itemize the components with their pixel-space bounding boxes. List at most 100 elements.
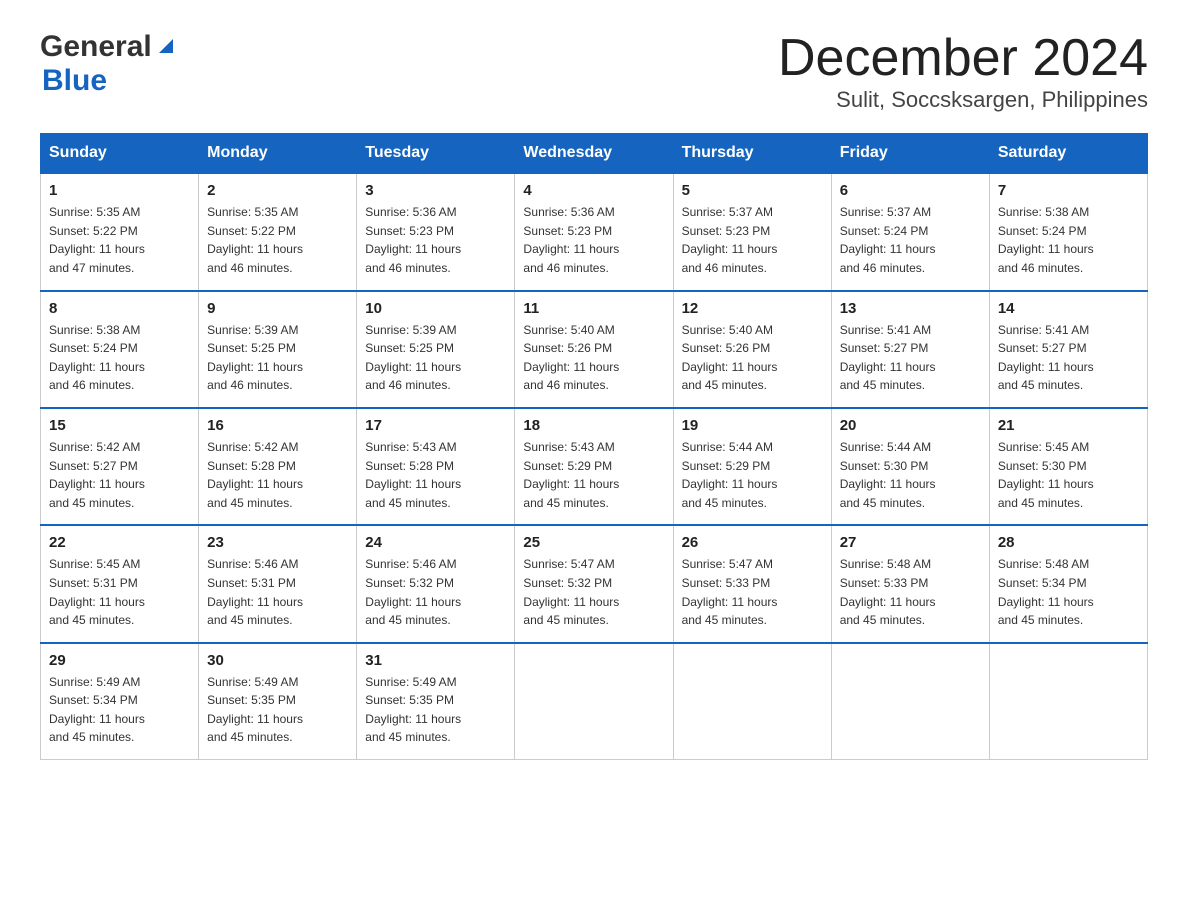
week-row-5: 29 Sunrise: 5:49 AMSunset: 5:34 PMDayligh… (41, 643, 1148, 760)
day-number: 4 (523, 182, 664, 199)
calendar-cell: 1Sunrise: 5:35 AMSunset: 5:22 PMDaylight… (41, 173, 199, 290)
calendar-cell: 2 Sunrise: 5:35 AMSunset: 5:22 PMDaylight… (199, 173, 357, 290)
day-number: 9 (207, 300, 348, 317)
day-info: Sunrise: 5:47 AMSunset: 5:32 PMDaylight:… (523, 557, 619, 627)
day-number: 13 (840, 300, 981, 317)
day-info: Sunrise: 5:37 AMSunset: 5:23 PMDaylight:… (682, 205, 778, 275)
weekday-header-friday: Friday (831, 134, 989, 174)
day-info: Sunrise: 5:44 AMSunset: 5:30 PMDaylight:… (840, 440, 936, 510)
day-number: 22 (49, 534, 190, 551)
calendar-cell: 26 Sunrise: 5:47 AMSunset: 5:33 PMDayligh… (673, 525, 831, 642)
calendar-cell: 16 Sunrise: 5:42 AMSunset: 5:28 PMDayligh… (199, 408, 357, 525)
day-number: 1 (49, 182, 190, 199)
day-info: Sunrise: 5:45 AMSunset: 5:30 PMDaylight:… (998, 440, 1094, 510)
calendar-cell: 31 Sunrise: 5:49 AMSunset: 5:35 PMDayligh… (357, 643, 515, 760)
calendar-header: SundayMondayTuesdayWednesdayThursdayFrid… (41, 134, 1148, 174)
calendar-table: SundayMondayTuesdayWednesdayThursdayFrid… (40, 133, 1148, 760)
day-number: 8 (49, 300, 190, 317)
day-info: Sunrise: 5:39 AMSunset: 5:25 PMDaylight:… (365, 323, 461, 393)
day-number: 29 (49, 652, 190, 669)
day-info: Sunrise: 5:46 AMSunset: 5:31 PMDaylight:… (207, 557, 303, 627)
weekday-header-row: SundayMondayTuesdayWednesdayThursdayFrid… (41, 134, 1148, 174)
calendar-cell: 21 Sunrise: 5:45 AMSunset: 5:30 PMDayligh… (989, 408, 1147, 525)
day-info: Sunrise: 5:48 AMSunset: 5:33 PMDaylight:… (840, 557, 936, 627)
calendar-cell: 30Sunrise: 5:49 AMSunset: 5:35 PMDayligh… (199, 643, 357, 760)
day-info: Sunrise: 5:37 AMSunset: 5:24 PMDaylight:… (840, 205, 936, 275)
day-number: 28 (998, 534, 1139, 551)
day-number: 30 (207, 652, 348, 669)
calendar-subtitle: Sulit, Soccsksargen, Philippines (778, 87, 1148, 113)
calendar-title: December 2024 (778, 30, 1148, 87)
calendar-cell: 24 Sunrise: 5:46 AMSunset: 5:32 PMDayligh… (357, 525, 515, 642)
day-number: 12 (682, 300, 823, 317)
day-info: Sunrise: 5:38 AMSunset: 5:24 PMDaylight:… (49, 323, 145, 393)
calendar-cell: 11Sunrise: 5:40 AMSunset: 5:26 PMDayligh… (515, 291, 673, 408)
title-block: December 2024 Sulit, Soccsksargen, Phili… (778, 30, 1148, 113)
day-info: Sunrise: 5:45 AMSunset: 5:31 PMDaylight:… (49, 557, 145, 627)
week-row-3: 15 Sunrise: 5:42 AMSunset: 5:27 PMDayligh… (41, 408, 1148, 525)
day-number: 15 (49, 417, 190, 434)
calendar-body: 1 Sunrise: 5:35 AMSunset: 5:22 PMDaylight… (41, 173, 1148, 759)
day-info: Sunrise: 5:43 AMSunset: 5:29 PMDaylight:… (523, 440, 619, 510)
week-row-2: 8 Sunrise: 5:38 AMSunset: 5:24 PMDaylight… (41, 291, 1148, 408)
calendar-cell: 18 Sunrise: 5:43 AMSunset: 5:29 PMDayligh… (515, 408, 673, 525)
calendar-cell: 8 Sunrise: 5:38 AMSunset: 5:24 PMDaylight… (41, 291, 199, 408)
weekday-header-thursday: Thursday (673, 134, 831, 174)
day-number: 3 (365, 182, 506, 199)
day-info: Sunrise: 5:43 AMSunset: 5:28 PMDaylight:… (365, 440, 461, 510)
day-number: 11 (523, 300, 664, 317)
calendar-cell: 3 Sunrise: 5:36 AMSunset: 5:23 PMDaylight… (357, 173, 515, 290)
day-info: Sunrise: 5:47 AMSunset: 5:33 PMDaylight:… (682, 557, 778, 627)
day-number: 23 (207, 534, 348, 551)
weekday-header-wednesday: Wednesday (515, 134, 673, 174)
day-number: 19 (682, 417, 823, 434)
calendar-cell: 4 Sunrise: 5:36 AMSunset: 5:23 PMDaylight… (515, 173, 673, 290)
calendar-cell: 28Sunrise: 5:48 AMSunset: 5:34 PMDayligh… (989, 525, 1147, 642)
logo-blue-text: Blue (42, 64, 107, 98)
calendar-cell: 7Sunrise: 5:38 AMSunset: 5:24 PMDaylight… (989, 173, 1147, 290)
calendar-cell: 13Sunrise: 5:41 AMSunset: 5:27 PMDayligh… (831, 291, 989, 408)
day-number: 6 (840, 182, 981, 199)
day-info: Sunrise: 5:38 AMSunset: 5:24 PMDaylight:… (998, 205, 1094, 275)
day-info: Sunrise: 5:49 AMSunset: 5:34 PMDaylight:… (49, 675, 145, 745)
day-number: 26 (682, 534, 823, 551)
day-number: 10 (365, 300, 506, 317)
day-info: Sunrise: 5:49 AMSunset: 5:35 PMDaylight:… (365, 675, 461, 745)
weekday-header-monday: Monday (199, 134, 357, 174)
day-number: 24 (365, 534, 506, 551)
calendar-cell: 6 Sunrise: 5:37 AMSunset: 5:24 PMDaylight… (831, 173, 989, 290)
day-number: 25 (523, 534, 664, 551)
day-number: 14 (998, 300, 1139, 317)
day-info: Sunrise: 5:41 AMSunset: 5:27 PMDaylight:… (998, 323, 1094, 393)
day-info: Sunrise: 5:39 AMSunset: 5:25 PMDaylight:… (207, 323, 303, 393)
day-info: Sunrise: 5:42 AMSunset: 5:27 PMDaylight:… (49, 440, 145, 510)
week-row-1: 1 Sunrise: 5:35 AMSunset: 5:22 PMDaylight… (41, 173, 1148, 290)
calendar-cell: 17 Sunrise: 5:43 AMSunset: 5:28 PMDayligh… (357, 408, 515, 525)
day-info: Sunrise: 5:36 AMSunset: 5:23 PMDaylight:… (523, 205, 619, 275)
day-info: Sunrise: 5:44 AMSunset: 5:29 PMDaylight:… (682, 440, 778, 510)
calendar-cell: 10 Sunrise: 5:39 AMSunset: 5:25 PMDayligh… (357, 291, 515, 408)
day-number: 5 (682, 182, 823, 199)
day-number: 2 (207, 182, 348, 199)
calendar-cell: 29 Sunrise: 5:49 AMSunset: 5:34 PMDayligh… (41, 643, 199, 760)
day-info: Sunrise: 5:40 AMSunset: 5:26 PMDaylight:… (682, 323, 778, 393)
day-number: 17 (365, 417, 506, 434)
day-number: 21 (998, 417, 1139, 434)
day-number: 27 (840, 534, 981, 551)
calendar-cell (515, 643, 673, 760)
day-info: Sunrise: 5:42 AMSunset: 5:28 PMDaylight:… (207, 440, 303, 510)
day-number: 18 (523, 417, 664, 434)
day-info: Sunrise: 5:36 AMSunset: 5:23 PMDaylight:… (365, 205, 461, 275)
calendar-cell: 14 Sunrise: 5:41 AMSunset: 5:27 PMDayligh… (989, 291, 1147, 408)
calendar-cell (673, 643, 831, 760)
calendar-cell: 12 Sunrise: 5:40 AMSunset: 5:26 PMDayligh… (673, 291, 831, 408)
day-number: 16 (207, 417, 348, 434)
page-header: General Blue December 2024 Sulit, Soccsk… (40, 30, 1148, 113)
day-number: 31 (365, 652, 506, 669)
calendar-cell: 23 Sunrise: 5:46 AMSunset: 5:31 PMDayligh… (199, 525, 357, 642)
day-info: Sunrise: 5:35 AMSunset: 5:22 PMDaylight:… (207, 205, 303, 275)
calendar-cell (831, 643, 989, 760)
weekday-header-sunday: Sunday (41, 134, 199, 174)
day-info: Sunrise: 5:46 AMSunset: 5:32 PMDaylight:… (365, 557, 461, 627)
day-number: 20 (840, 417, 981, 434)
